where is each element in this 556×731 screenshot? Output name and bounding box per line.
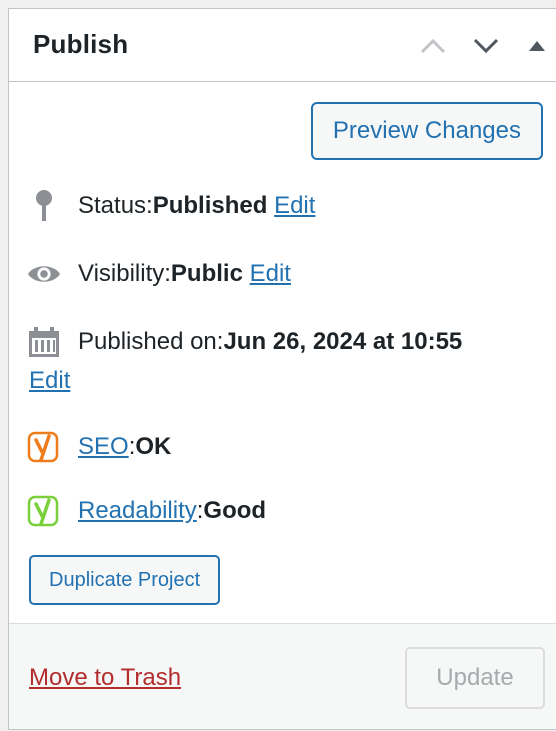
panel-title: Publish	[33, 29, 129, 59]
visibility-label: Visibility:	[78, 260, 171, 287]
update-button[interactable]: Update	[405, 647, 545, 709]
panel-footer: Move to Trash Update	[9, 623, 556, 729]
readability-separator: :	[196, 497, 204, 524]
readability-value: Good	[203, 497, 267, 524]
yoast-readability-icon	[27, 494, 61, 528]
panel-header: Publish	[9, 9, 556, 82]
eye-icon	[27, 257, 61, 291]
published-edit-link[interactable]: Edit	[29, 366, 70, 396]
visibility-edit-link[interactable]: Edit	[250, 259, 291, 289]
visibility-value: Public	[170, 260, 243, 287]
seo-row: SEO: OK	[27, 430, 171, 464]
chevron-down-icon	[473, 38, 499, 54]
visibility-row: Visibility: Public Edit	[27, 257, 291, 291]
duplicate-project-button[interactable]: Duplicate Project	[29, 555, 221, 605]
status-row: Status: Published Edit	[27, 189, 315, 223]
status-label: Status:	[78, 192, 153, 219]
readability-link[interactable]: Readability	[78, 496, 197, 526]
seo-value: OK	[135, 433, 172, 460]
toggle-panel-button[interactable]	[521, 31, 553, 61]
calendar-icon	[27, 325, 61, 359]
yoast-seo-icon	[27, 430, 61, 464]
publish-panel: Publish Preview Changes Status: Publishe…	[8, 8, 556, 730]
move-to-trash-link[interactable]: Move to Trash	[29, 664, 181, 692]
readability-row: Readability: Good	[27, 494, 266, 528]
triangle-up-icon	[529, 41, 545, 51]
move-up-button[interactable]	[417, 31, 449, 61]
move-down-button[interactable]	[470, 31, 502, 61]
seo-separator: :	[128, 433, 136, 460]
published-label: Published on:	[78, 328, 224, 355]
status-value: Published	[152, 192, 268, 219]
seo-link[interactable]: SEO	[78, 432, 129, 462]
pin-icon	[27, 189, 61, 223]
preview-changes-button[interactable]: Preview Changes	[310, 102, 543, 160]
status-edit-link[interactable]: Edit	[274, 191, 315, 221]
published-value: Jun 26, 2024 at 10:55	[223, 328, 463, 355]
published-row: Published on: Jun 26, 2024 at 10:55	[27, 325, 462, 359]
chevron-up-icon	[420, 38, 446, 54]
published-edit-row: Edit	[29, 366, 70, 396]
